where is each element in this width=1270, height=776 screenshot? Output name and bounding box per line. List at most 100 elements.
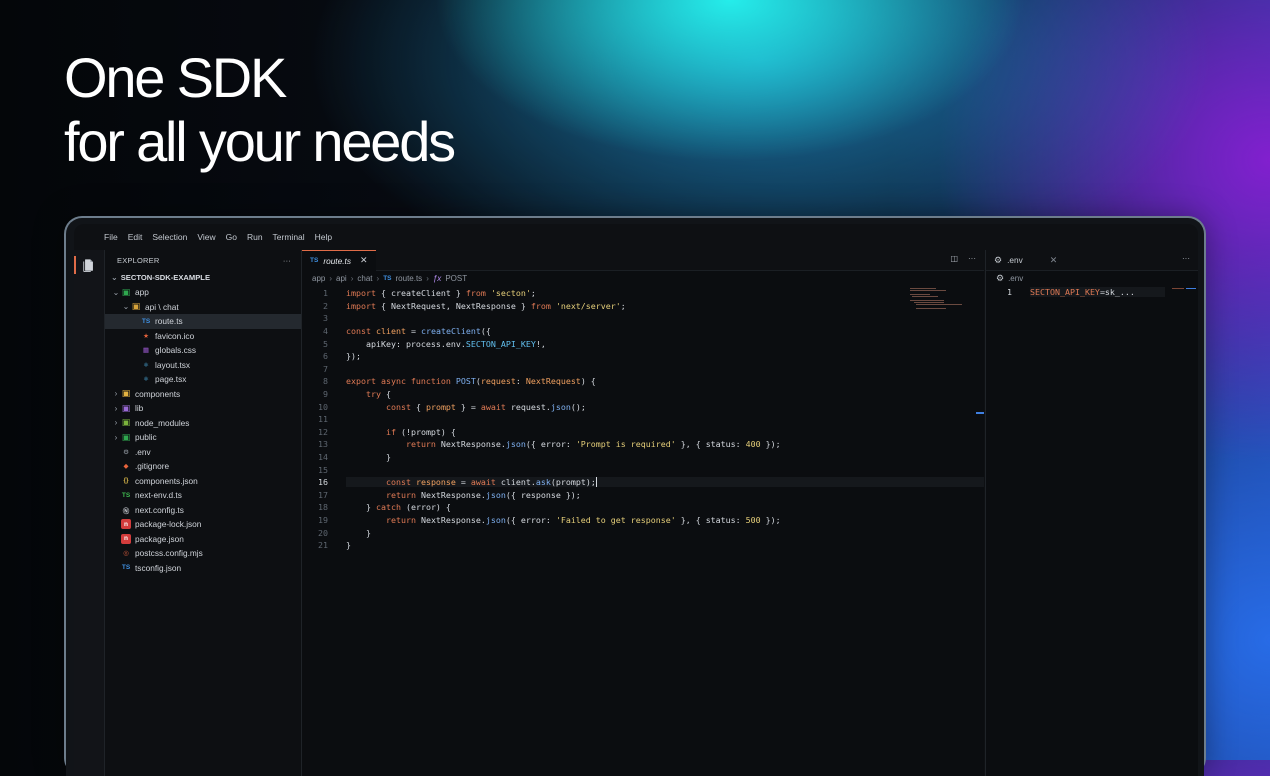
breadcrumb-env-file[interactable]: .env: [1008, 274, 1023, 283]
chevron-right-icon: ›: [114, 432, 118, 442]
code-token: }, { status:: [675, 439, 746, 450]
line-number: 17: [318, 489, 328, 500]
code-token: json: [550, 401, 571, 412]
breadcrumb-app[interactable]: app: [312, 274, 325, 283]
breadcrumb-chat[interactable]: chat: [357, 274, 372, 283]
code-line[interactable]: 5 apiKey: process.env.SECTON_API_KEY!,: [302, 337, 984, 350]
tree-item-layout-tsx[interactable]: ⚛ layout.tsx: [105, 358, 301, 373]
code-line[interactable]: 2 import { NextRequest, NextResponse } fr…: [302, 300, 984, 313]
tree-item-public[interactable]: › ▣ public: [105, 430, 301, 445]
code-token: NextRequest: [525, 376, 581, 387]
tree-item-components[interactable]: › ▣ components: [105, 387, 301, 402]
menu-help[interactable]: Help: [315, 232, 332, 242]
env-more-button[interactable]: ···: [1182, 254, 1190, 263]
code-token: NextResponse.: [415, 489, 486, 500]
tree-item-next-env-d-ts[interactable]: TS next-env.d.ts: [105, 488, 301, 503]
env-line[interactable]: 1 SECTON_API_KEY=sk_...: [986, 285, 1198, 298]
tree-item-favicon-ico[interactable]: ★ favicon.ico: [105, 329, 301, 344]
code-line[interactable]: 6});: [302, 350, 984, 363]
tree-item-app[interactable]: ⌄ ▣ app: [105, 285, 301, 300]
folder-app-icon: ▣: [121, 286, 131, 297]
env-key: SECTON_API_KEY: [1030, 286, 1100, 297]
code-line[interactable]: 10 const { prompt } = await request.json…: [302, 400, 984, 413]
menu-terminal[interactable]: Terminal: [273, 232, 305, 242]
menu-edit[interactable]: Edit: [128, 232, 143, 242]
menu-selection[interactable]: Selection: [152, 232, 187, 242]
tree-item-node-modules[interactable]: › ▣ node_modules: [105, 416, 301, 431]
tree-item-page-tsx[interactable]: ⚛ page.tsx: [105, 372, 301, 387]
tree-item-label: favicon.ico: [155, 330, 195, 341]
menu-run[interactable]: Run: [247, 232, 263, 242]
split-editor-icon[interactable]: ◫: [950, 254, 958, 263]
tree-item-package-json[interactable]: n package.json: [105, 532, 301, 547]
breadcrumb-symbol[interactable]: POST: [445, 274, 467, 283]
tree-item-route-ts[interactable]: TS route.ts: [105, 314, 301, 329]
postcss-icon: ◎: [123, 550, 129, 558]
tree-item-globals-css[interactable]: ▦ globals.css: [105, 343, 301, 358]
code-token: json: [485, 514, 506, 525]
menu-file[interactable]: File: [104, 232, 118, 242]
code-line[interactable]: 13 return NextResponse.json({ error: 'Pr…: [302, 438, 984, 451]
chevron-right-icon: ›: [376, 273, 380, 283]
tree-item-lib[interactable]: › ▣ lib: [105, 401, 301, 416]
menu-view[interactable]: View: [197, 232, 215, 242]
tree-item-label: package-lock.json: [135, 519, 202, 530]
chevron-down-icon: ⌄: [122, 302, 130, 312]
menu-bar: File Edit Selection View Go Run Terminal Help: [74, 224, 1198, 250]
tree-item-next-config-ts[interactable]: Ⓝnext.config.ts: [105, 503, 301, 518]
code-line[interactable]: 15: [302, 463, 984, 476]
tree-item-tsconfig-json[interactable]: TS tsconfig.json: [105, 561, 301, 576]
tree-item-postcss-config-mjs[interactable]: ◎ postcss.config.mjs: [105, 546, 301, 561]
project-root[interactable]: ⌄ SECTON-SDK-EXAMPLE: [105, 270, 301, 285]
code-line[interactable]: 16 const response = await client.ask(pro…: [302, 476, 984, 489]
close-icon[interactable]: ✕: [1050, 255, 1058, 266]
code-line[interactable]: 20 }: [302, 526, 984, 539]
code-token: { NextRequest, NextResponse }: [375, 300, 531, 311]
code-line[interactable]: 9 try {: [302, 388, 984, 401]
tree-item-components-json[interactable]: {} components.json: [105, 474, 301, 489]
tree-item-api-chat[interactable]: ⌄ ▣ api \ chat: [105, 300, 301, 315]
tree-item-label: node_modules: [135, 417, 190, 428]
env-breadcrumb: ⚙ .env: [986, 271, 1198, 285]
code-area[interactable]: 1 import { createClient } from 'secton'; 2…: [302, 287, 984, 776]
code-line[interactable]: 12 if (!prompt) {: [302, 426, 984, 439]
menu-go[interactable]: Go: [226, 232, 237, 242]
line-number: 10: [318, 401, 328, 412]
code-line[interactable]: 11: [302, 413, 984, 426]
code-line[interactable]: 21}: [302, 539, 984, 552]
code-line[interactable]: 14 }: [302, 451, 984, 464]
tree-item-package-lock-json[interactable]: n package-lock.json: [105, 517, 301, 532]
code-token: return: [385, 489, 416, 500]
code-line[interactable]: 1 import { createClient } from 'secton';: [302, 287, 984, 300]
code-token: createClient: [420, 326, 481, 337]
code-line[interactable]: 3: [302, 312, 984, 325]
env-minimap[interactable]: [1172, 288, 1196, 290]
code-line[interactable]: 17 return NextResponse.json({ response }…: [302, 489, 984, 502]
editor-actions: ◫ ···: [950, 254, 976, 263]
code-token: }: [346, 452, 391, 463]
chevron-right-icon: ›: [114, 403, 118, 413]
code-line[interactable]: 4 const client = createClient({: [302, 325, 984, 338]
code-line[interactable]: 18 } catch (error) {: [302, 501, 984, 514]
code-token: ;: [620, 300, 626, 311]
breadcrumb-api[interactable]: api: [336, 274, 347, 283]
code-line[interactable]: 8 export async function POST(request: Nex…: [302, 375, 984, 388]
code-line[interactable]: 7: [302, 363, 984, 376]
tab-env[interactable]: ⚙ .env ✕: [986, 250, 1066, 270]
tab-route-ts[interactable]: TS route.ts ✕: [302, 249, 376, 271]
tree-item-label: next-env.d.ts: [135, 490, 182, 501]
line-number: 1: [323, 288, 328, 299]
file-tree: ⌄ ▣ app ⌄ ▣ api \ chat TS route.ts ★ favicon.ico ▦…: [105, 285, 301, 575]
editor-more-button[interactable]: ···: [968, 254, 976, 263]
tree-item-env[interactable]: ⚙ .env: [105, 445, 301, 460]
code-token: catch: [375, 502, 401, 513]
explorer-more-button[interactable]: ···: [283, 256, 291, 265]
breadcrumb-file[interactable]: route.ts: [396, 274, 423, 283]
code-line[interactable]: 19 return NextResponse.json({ error: 'Fa…: [302, 514, 984, 527]
explorer-activity-button[interactable]: [74, 250, 104, 280]
ts-icon: TS: [141, 317, 151, 325]
close-icon[interactable]: ✕: [360, 255, 368, 266]
tree-item-gitignore[interactable]: ◆ .gitignore: [105, 459, 301, 474]
tree-item-label: next.config.ts: [135, 504, 184, 515]
